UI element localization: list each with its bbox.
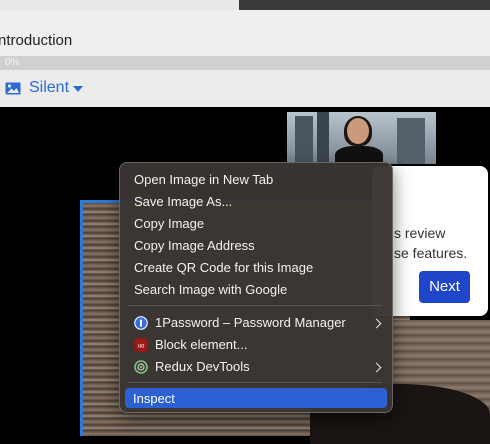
media-toolbar: Silent xyxy=(0,70,490,107)
card-text-line: se features. xyxy=(394,245,468,261)
menu-divider xyxy=(128,382,382,383)
progress-label: 0% xyxy=(5,57,20,68)
image-icon xyxy=(5,82,21,95)
browser-tab-dark xyxy=(239,0,490,10)
presenter-face xyxy=(347,118,369,144)
lesson-title: ntroduction xyxy=(0,32,73,49)
chevron-right-icon xyxy=(371,362,382,373)
menu-item-redux-devtools[interactable]: Redux DevTools xyxy=(155,359,250,374)
menu-item-1password[interactable]: 1Password – Password Manager xyxy=(155,315,346,330)
caret-down-icon[interactable] xyxy=(73,86,83,92)
menu-item-save-image-as[interactable]: Save Image As... xyxy=(134,194,232,209)
menu-item-copy-image[interactable]: Copy Image xyxy=(134,216,204,231)
next-button[interactable]: Next xyxy=(419,271,470,303)
redux-icon xyxy=(134,360,148,374)
onepassword-icon xyxy=(134,316,148,330)
progress-bar: 0% xyxy=(0,56,490,70)
context-menu: Open Image in New Tab Save Image As... C… xyxy=(119,162,393,413)
chevron-right-icon xyxy=(371,318,382,329)
svg-text:uo: uo xyxy=(138,344,145,350)
ublock-icon: uo xyxy=(134,338,148,352)
lesson-header: ntroduction xyxy=(0,10,490,57)
mode-dropdown-label[interactable]: Silent xyxy=(29,79,69,97)
menu-item-inspect-label: Inspect xyxy=(133,391,175,406)
menu-item-search-image-google[interactable]: Search Image with Google xyxy=(134,282,287,297)
card-text-line: s review xyxy=(394,225,446,241)
building-shape xyxy=(397,118,425,164)
presenter-thumbnail[interactable] xyxy=(287,112,436,164)
building-shape xyxy=(295,116,313,164)
menu-item-open-image-new-tab[interactable]: Open Image in New Tab xyxy=(134,172,273,187)
menu-item-copy-image-address[interactable]: Copy Image Address xyxy=(134,238,255,253)
menu-item-create-qr-code[interactable]: Create QR Code for this Image xyxy=(134,260,313,275)
menu-item-inspect[interactable]: Inspect xyxy=(125,388,387,408)
menu-divider xyxy=(128,305,382,306)
building-shape xyxy=(317,112,329,164)
menu-item-block-element[interactable]: Block element... xyxy=(155,337,248,352)
